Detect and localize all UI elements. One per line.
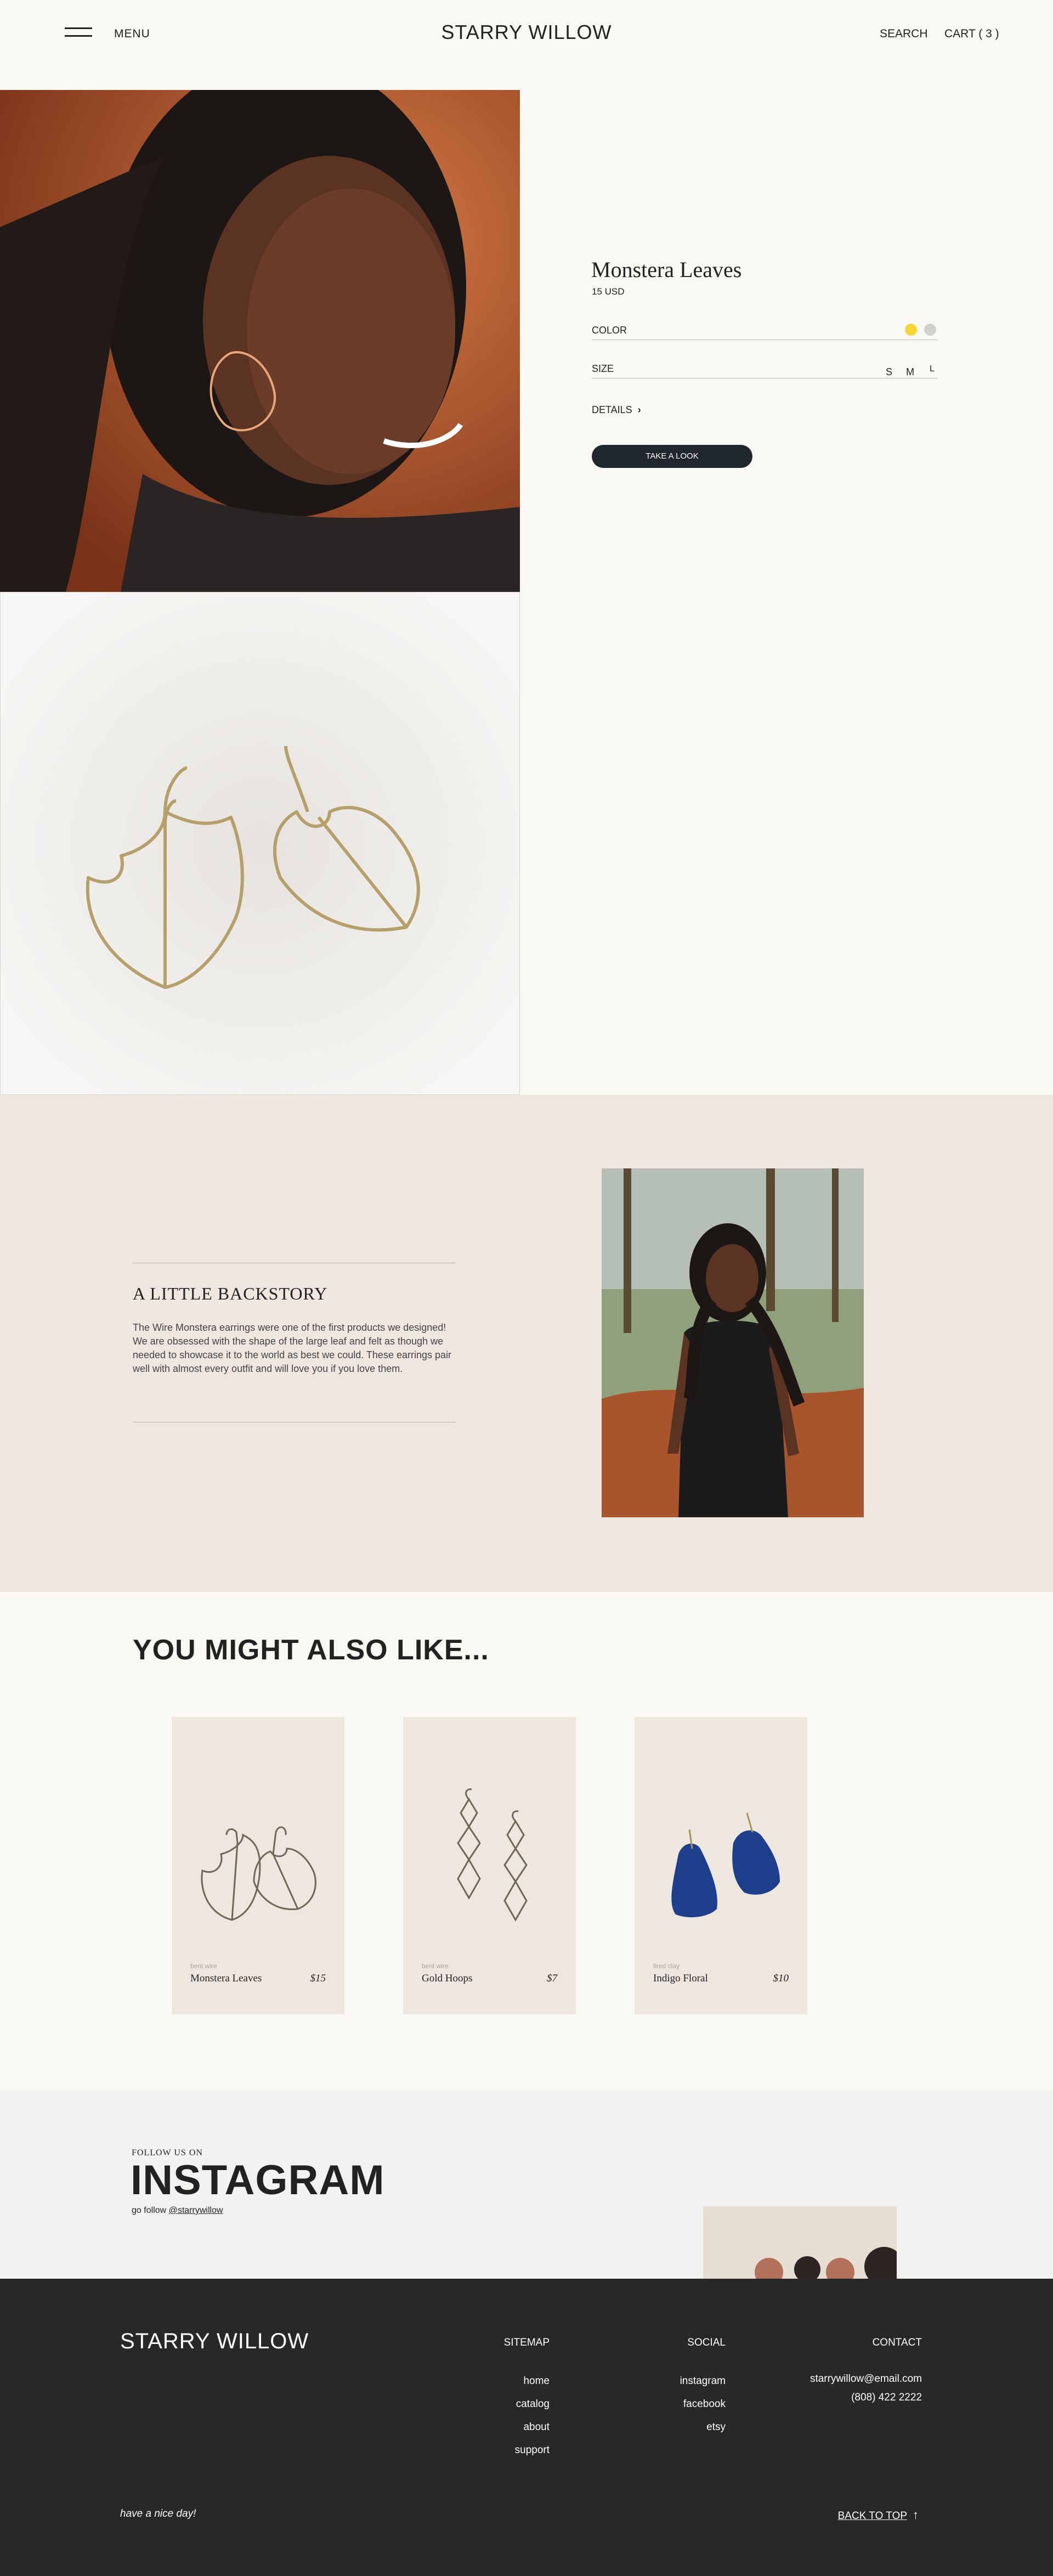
- product-card-price: $15: [310, 1973, 326, 1984]
- clay-earrings-illustration: [703, 2206, 897, 2279]
- backstory-text: The Wire Monstera earrings were one of t…: [133, 1322, 452, 1374]
- instagram-title: INSTAGRAM: [131, 2157, 385, 2204]
- color-option-row: COLOR: [592, 323, 937, 340]
- product-card-price: $7: [547, 1973, 557, 1984]
- back-to-top-label: BACK TO TOP: [837, 2510, 907, 2522]
- product-card[interactable]: bent wire Gold Hoops $7: [403, 1717, 576, 2014]
- footer-contact-phone: (808) 422 2222: [851, 2392, 922, 2403]
- model-outdoor-illustration: [602, 1168, 864, 1517]
- site-header: MENU STARRY WILLOW SEARCH CART ( 3 ): [0, 0, 1053, 66]
- footer-link-facebook[interactable]: facebook: [680, 2393, 726, 2416]
- product-card-category: bent wire: [422, 1962, 449, 1970]
- footer-contact-heading: CONTACT: [872, 2337, 922, 2348]
- backstory-section: A LITTLE BACKSTORY The Wire Monstera ear…: [0, 1095, 1053, 1592]
- size-option-s[interactable]: S: [886, 366, 892, 378]
- instagram-post-thumbnail[interactable]: [703, 2206, 897, 2279]
- back-to-top-link[interactable]: BACK TO TOP ↑: [838, 2508, 919, 2522]
- footer-link-support[interactable]: support: [504, 2439, 550, 2462]
- footer-contact-email[interactable]: starrywillow@email.com: [810, 2370, 922, 2388]
- chevron-right-icon: ›: [637, 404, 641, 415]
- arrow-up-icon: ↑: [913, 2508, 919, 2522]
- footer-sitemap: SITEMAP home catalog about support: [504, 2337, 550, 2462]
- size-option-l[interactable]: L: [930, 364, 935, 374]
- monstera-earrings-thumbnail: [201, 1826, 316, 1921]
- color-swatch-grey[interactable]: [924, 324, 936, 336]
- details-label: DETAILS: [592, 404, 632, 415]
- backstory-title: A LITTLE BACKSTORY: [133, 1284, 328, 1303]
- footer-social-heading: SOCIAL: [687, 2337, 726, 2348]
- product-card-price: $10: [773, 1973, 789, 1984]
- take-a-look-button[interactable]: TAKE A LOOK: [592, 445, 752, 468]
- footer-link-about[interactable]: about: [504, 2416, 550, 2439]
- details-toggle[interactable]: DETAILS ›: [592, 404, 641, 416]
- instagram-follow: go follow @starrywillow: [132, 2206, 223, 2216]
- also-like-title: YOU MIGHT ALSO LIKE...: [133, 1634, 489, 1666]
- instagram-follow-prefix: go follow: [132, 2206, 167, 2215]
- footer-logo[interactable]: STARRY WILLOW: [120, 2329, 309, 2354]
- model-photo-illustration: [0, 90, 520, 592]
- backstory-photo: [602, 1168, 864, 1517]
- gold-hoops-thumbnail: [457, 1788, 528, 1922]
- product-card-category: bent wire: [190, 1962, 217, 1970]
- footer-link-catalog[interactable]: catalog: [504, 2393, 550, 2416]
- instagram-section: FOLLOW US ON INSTAGRAM go follow @starry…: [0, 2091, 1053, 2279]
- product-title: Monstera Leaves: [591, 257, 742, 282]
- indigo-floral-thumbnail: [671, 1812, 780, 1918]
- product-photo-model: [0, 90, 520, 592]
- size-option-row: SIZE S M L: [592, 361, 937, 379]
- footer-link-home[interactable]: home: [504, 2370, 550, 2393]
- instagram-handle-link[interactable]: @starrywillow: [169, 2206, 223, 2215]
- product-card-name[interactable]: Indigo Floral: [653, 1973, 708, 1985]
- product-card[interactable]: bent wire Monstera Leaves $15: [172, 1717, 344, 2014]
- monstera-earrings-illustration: [1, 592, 519, 1094]
- size-option-m[interactable]: M: [906, 366, 914, 378]
- color-swatch-yellow[interactable]: [905, 324, 917, 336]
- footer-social: SOCIAL instagram facebook etsy: [680, 2337, 726, 2439]
- footer-link-instagram[interactable]: instagram: [680, 2370, 726, 2393]
- color-label: COLOR: [592, 325, 627, 336]
- product-card[interactable]: fired clay Indigo Floral $10: [635, 1717, 807, 2014]
- footer-sitemap-heading: SITEMAP: [503, 2337, 550, 2348]
- product-card-name[interactable]: Gold Hoops: [422, 1973, 472, 1985]
- size-label: SIZE: [592, 363, 614, 374]
- footer-tagline: have a nice day!: [120, 2508, 196, 2519]
- cart-link[interactable]: CART ( 3 ): [944, 27, 999, 41]
- site-footer: STARRY WILLOW SITEMAP home catalog about…: [0, 2279, 1053, 2576]
- footer-contact: CONTACT starrywillow@email.com (808) 422…: [810, 2337, 922, 2407]
- product-photo-earrings: [0, 592, 520, 1095]
- product-card-category: fired clay: [653, 1962, 680, 1970]
- footer-link-etsy[interactable]: etsy: [680, 2416, 726, 2439]
- product-price: 15 USD: [592, 286, 625, 297]
- search-link[interactable]: SEARCH: [880, 27, 928, 41]
- product-card-name[interactable]: Monstera Leaves: [190, 1973, 262, 1985]
